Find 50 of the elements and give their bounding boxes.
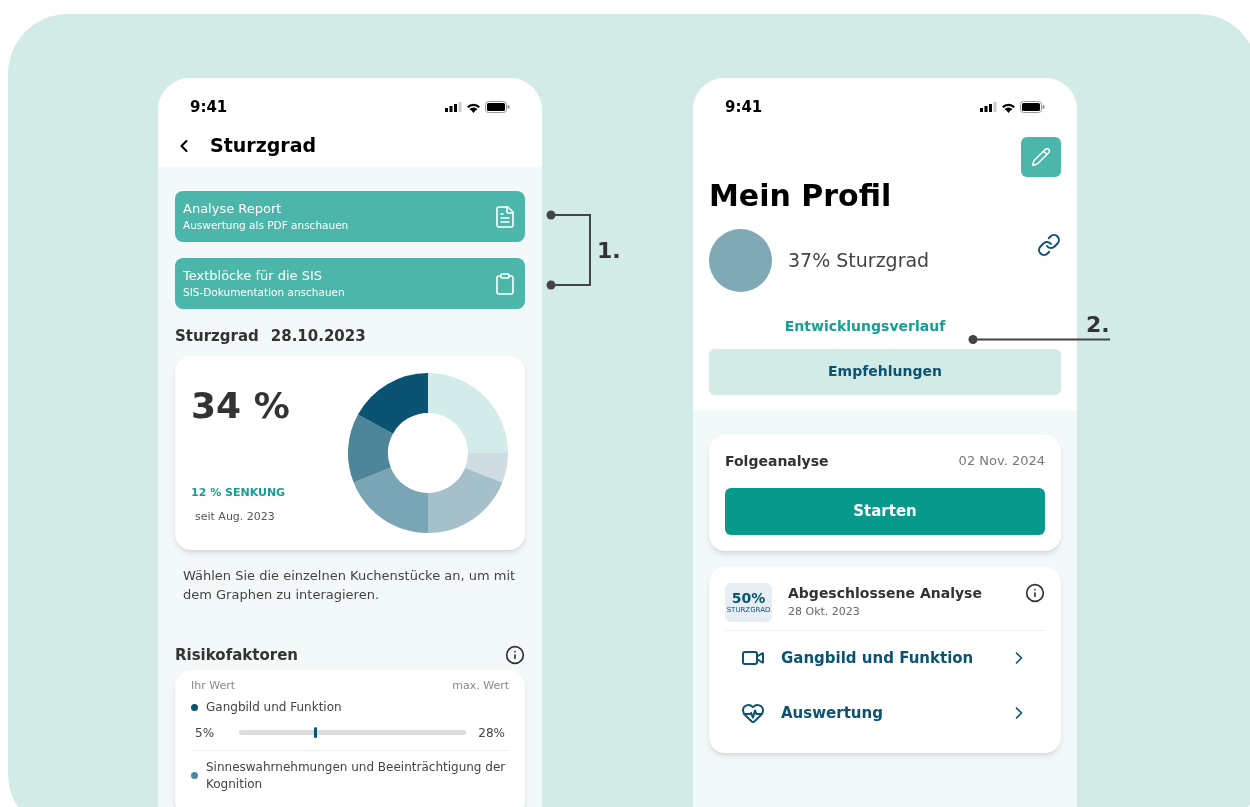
card-title: Abgeschlossene Analyse — [788, 583, 983, 603]
action-title: Analyse Report — [183, 200, 283, 217]
section-title: Risikofaktoren — [175, 644, 298, 666]
action-button[interactable]: Analyse Report Auswertung als PDF anschauen — [175, 191, 525, 242]
change-label: 12 % SENKUNG — [191, 484, 287, 501]
battery-icon — [1020, 101, 1045, 113]
analysis-item[interactable]: Auswertung — [725, 685, 1045, 741]
status-time: 9:41 — [725, 96, 763, 118]
document-icon — [493, 204, 517, 229]
card-date: 02 Nov. 2024 — [958, 451, 1045, 470]
wifi-icon — [1001, 101, 1016, 113]
screen-title: Sturzgrad — [210, 133, 317, 159]
status-time: 9:41 — [190, 96, 228, 118]
action-title: Textblöcke für die SIS — [183, 267, 324, 284]
action-button[interactable]: Textblöcke für die SIS SIS-Dokumentation anschauen — [175, 258, 525, 309]
start-button[interactable]: Starten — [725, 487, 1045, 535]
card-title: Folgeanalyse — [725, 451, 829, 471]
annotation-number: 2. — [1086, 311, 1110, 339]
card-date: 28 Okt. 2023 — [788, 603, 861, 620]
clipboard-icon — [493, 271, 517, 296]
history-link[interactable]: Entwicklungsverlauf — [784, 315, 946, 337]
factor-name: Gangbild und Funktion — [206, 698, 342, 716]
factor-name: Sinneswahrnehmungen und Beeinträchtigung der Kognition — [206, 758, 507, 793]
action-subtitle: Auswertung als PDF anschauen — [183, 217, 349, 233]
wifi-icon — [466, 101, 481, 113]
analysis-item[interactable]: Gangbild und Funktion — [725, 630, 1045, 686]
slider-thumb[interactable] — [314, 727, 317, 738]
column-label: max. Wert — [452, 678, 509, 694]
badge-value: 50% — [731, 590, 766, 605]
profile-score: 37% Sturzgrad — [788, 247, 930, 273]
info-icon[interactable] — [1025, 582, 1045, 603]
section-date: 28.10.2023 — [270, 326, 366, 347]
since-label: seit Aug. 2023 — [195, 509, 276, 525]
signal-icon — [980, 102, 997, 112]
heart-pulse-icon — [741, 701, 765, 725]
annotation-number: 1. — [597, 237, 621, 265]
score-value: 34 % — [191, 387, 290, 424]
action-subtitle: SIS-Dokumentation anschauen — [183, 284, 345, 300]
screen-title: Mein Profil — [708, 177, 893, 215]
column-label: Ihr Wert — [191, 678, 236, 694]
recommendations-button[interactable]: Empfehlungen — [709, 348, 1061, 395]
chart-hint: Wählen Sie die einzelnen Kuchenstücke an, um mit dem Graphen zu interagieren. — [182, 566, 517, 604]
battery-icon — [485, 101, 510, 113]
signal-icon — [445, 102, 462, 112]
factor-max: 28% — [478, 724, 505, 742]
info-icon[interactable] — [505, 644, 525, 665]
section-title: Sturzgrad — [175, 326, 259, 347]
pencil-icon — [1031, 147, 1051, 167]
factor-value: 5% — [195, 724, 216, 742]
link-icon[interactable] — [1037, 232, 1061, 257]
